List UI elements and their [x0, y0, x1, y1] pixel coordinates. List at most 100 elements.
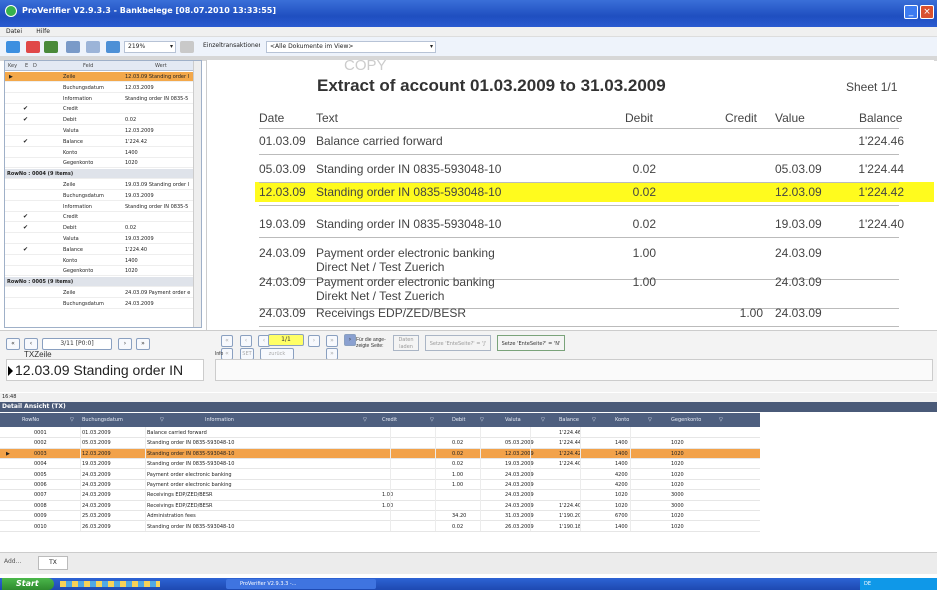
page-icon[interactable] [86, 41, 100, 53]
filter-icon[interactable]: ▽ [648, 413, 652, 427]
grid-col-konto[interactable]: Konto [615, 413, 629, 427]
field-group-header[interactable]: RowNo : 0004 (9 items) [5, 169, 195, 180]
minimize-button[interactable]: _ [904, 5, 918, 19]
check-icon[interactable]: ✔ [23, 104, 28, 114]
grid-col-valuta[interactable]: Valuta [505, 413, 521, 427]
first-record-button[interactable]: « [6, 338, 20, 350]
set-ende-j-button[interactable]: Setze 'EnteSeite?' = 'J' [425, 335, 491, 351]
filter-icon[interactable]: ▽ [70, 413, 74, 427]
filter-icon[interactable]: ▽ [719, 413, 723, 427]
filter-icon[interactable]: ▽ [592, 413, 596, 427]
check-icon[interactable]: ✔ [23, 137, 28, 147]
check-icon[interactable]: ✔ [23, 212, 28, 222]
menu-datei[interactable]: Datei [0, 27, 28, 37]
prev-record-button[interactable]: ‹ [24, 338, 38, 350]
table-row[interactable]: 0010 26.03.2009 Standing order IN 0835-593… [0, 522, 760, 532]
table-cell: Payment order electronic banking [147, 471, 232, 478]
fit-width-icon[interactable] [106, 41, 120, 53]
table-cell: 1020 [671, 523, 684, 530]
table-row[interactable]: 0001 01.03.2009 Balance carried forward 1'2… [0, 428, 760, 439]
start-button[interactable]: Start [2, 578, 54, 590]
info-field[interactable] [215, 359, 933, 381]
grid-col-gegenkonto[interactable]: Gegenkonto [671, 413, 701, 427]
last-page-button[interactable]: » [326, 335, 338, 347]
statement-debit: 1.00 [632, 246, 656, 260]
check-icon[interactable]: ✔ [23, 115, 28, 125]
list-icon[interactable] [66, 41, 80, 53]
table-row[interactable]: 0007 24.03.2009 Receivings EDP/ZED/BESR 1.0… [0, 490, 760, 501]
field-row[interactable]: Buchungsdatum 24.03.2009 [5, 299, 195, 309]
statement-text: Payment order electronic banking [316, 246, 495, 260]
check-icon[interactable]: ✔ [23, 245, 28, 255]
prev-page-button[interactable]: ‹ [240, 335, 252, 347]
field-row[interactable]: Zeile 12.03.09 Standing order I ▶ [5, 72, 195, 82]
grid-col-debit[interactable]: Debit [452, 413, 465, 427]
field-row[interactable]: Zeile 19.03.09 Standing order I [5, 180, 195, 190]
table-row[interactable]: ▶ 0003 12.03.2009 Standing order IN 0835-59… [0, 448, 760, 460]
zoom-select[interactable]: 219% ▾ [124, 41, 176, 53]
table-cell: 1400 [615, 461, 628, 468]
grid-divider [390, 427, 391, 531]
taskbar-item-proverifier[interactable]: ProVerifier V2.9.3.3 -... [226, 579, 376, 589]
field-row[interactable]: ✔ Debit 0.02 [5, 115, 195, 126]
grid-col-rowno[interactable]: RowNo [22, 413, 39, 427]
field-row[interactable]: Gegenkonto 1020 [5, 158, 195, 169]
field-row[interactable]: Valuta 19.03.2009 [5, 234, 195, 244]
field-row[interactable]: Information Standing order IN 0835-5 [5, 202, 195, 212]
field-value: 1400 [125, 257, 138, 264]
filter-icon[interactable]: ▽ [480, 413, 484, 427]
txzeile-field[interactable]: 12.03.09 Standing order IN [6, 359, 204, 381]
load-data-button[interactable]: Daten laden [393, 335, 419, 351]
table-row[interactable]: 0009 25.03.2009 Administration fees 34.20 31… [0, 511, 760, 522]
go-button[interactable]: › [344, 334, 356, 346]
field-row[interactable]: Zeile 24.03.09 Payment order e [5, 288, 195, 298]
grid-col-credit[interactable]: Credit [382, 413, 397, 427]
back-arrow-icon[interactable] [6, 41, 20, 53]
document-icon[interactable] [180, 41, 194, 53]
quick-launch-icons[interactable] [60, 581, 160, 587]
filter-icon[interactable]: ▽ [430, 413, 434, 427]
table-row[interactable]: 0008 24.03.2009 Receivings EDP/ZED/BESR 1.0… [0, 501, 760, 512]
statement-date: 24.03.09 [259, 306, 306, 320]
table-row[interactable]: 0006 24.03.2009 Payment order electronic b… [0, 480, 760, 491]
field-row[interactable]: ✔ Credit [5, 212, 195, 223]
field-row[interactable]: Gegenkonto 1020 [5, 266, 195, 277]
grid-col-balance[interactable]: Balance [559, 413, 579, 427]
last-record-button[interactable]: » [136, 338, 150, 350]
menu-hilfe[interactable]: Hilfe [30, 27, 56, 37]
field-row[interactable]: ✔ Balance 1'224.42 [5, 137, 195, 147]
link-icon[interactable] [26, 41, 40, 53]
field-panel-scrollbar[interactable] [193, 61, 201, 327]
next-record-button[interactable]: › [118, 338, 132, 350]
field-row[interactable]: Information Standing order IN 0835-5 [5, 94, 195, 104]
table-row[interactable]: 0005 24.03.2009 Payment order electronic b… [0, 470, 760, 480]
field-row[interactable]: Valuta 12.03.2009 [5, 126, 195, 136]
split-icon[interactable] [44, 41, 58, 53]
grid-col-information[interactable]: Information [205, 413, 234, 427]
field-value: 19.03.2009 [125, 192, 154, 199]
language-indicator[interactable]: DE [864, 581, 871, 587]
filter-icon[interactable]: ▽ [541, 413, 545, 427]
field-row[interactable]: ✔ Credit [5, 104, 195, 115]
close-button[interactable]: × [920, 5, 934, 19]
field-row[interactable]: ✔ Debit 0.02 [5, 223, 195, 234]
next-page-button[interactable]: › [308, 335, 320, 347]
field-row[interactable]: Buchungsdatum 12.03.2009 [5, 83, 195, 93]
filter-icon[interactable]: ▽ [363, 413, 367, 427]
filter-icon[interactable]: ▽ [160, 413, 164, 427]
table-row[interactable]: 0004 19.03.2009 Standing order IN 0835-593… [0, 459, 760, 470]
field-row[interactable]: ✔ Balance 1'224.40 [5, 245, 195, 255]
table-row[interactable]: 0002 05.03.2009 Standing order IN 0835-593… [0, 438, 760, 449]
field-group-header[interactable]: RowNo : 0005 (9 items) [5, 277, 195, 288]
field-row[interactable]: Konto 1400 [5, 256, 195, 266]
table-cell: Administration fees [147, 513, 196, 520]
field-row[interactable]: Konto 1400 [5, 148, 195, 158]
field-row[interactable]: Buchungsdatum 19.03.2009 [5, 191, 195, 201]
check-icon[interactable]: ✔ [23, 223, 28, 233]
document-filter-select[interactable]: <Alle Dokumente im View> ▾ [266, 41, 436, 53]
first-page-button[interactable]: « [221, 335, 233, 347]
grid-col-buchungsdatum[interactable]: Buchungsdatum [82, 413, 123, 427]
tab-tx[interactable]: TX [38, 556, 68, 570]
tab-add[interactable]: Add... [4, 558, 21, 565]
set-ende-n-button[interactable]: Setze 'EnteSeite?' = 'N' [497, 335, 565, 351]
